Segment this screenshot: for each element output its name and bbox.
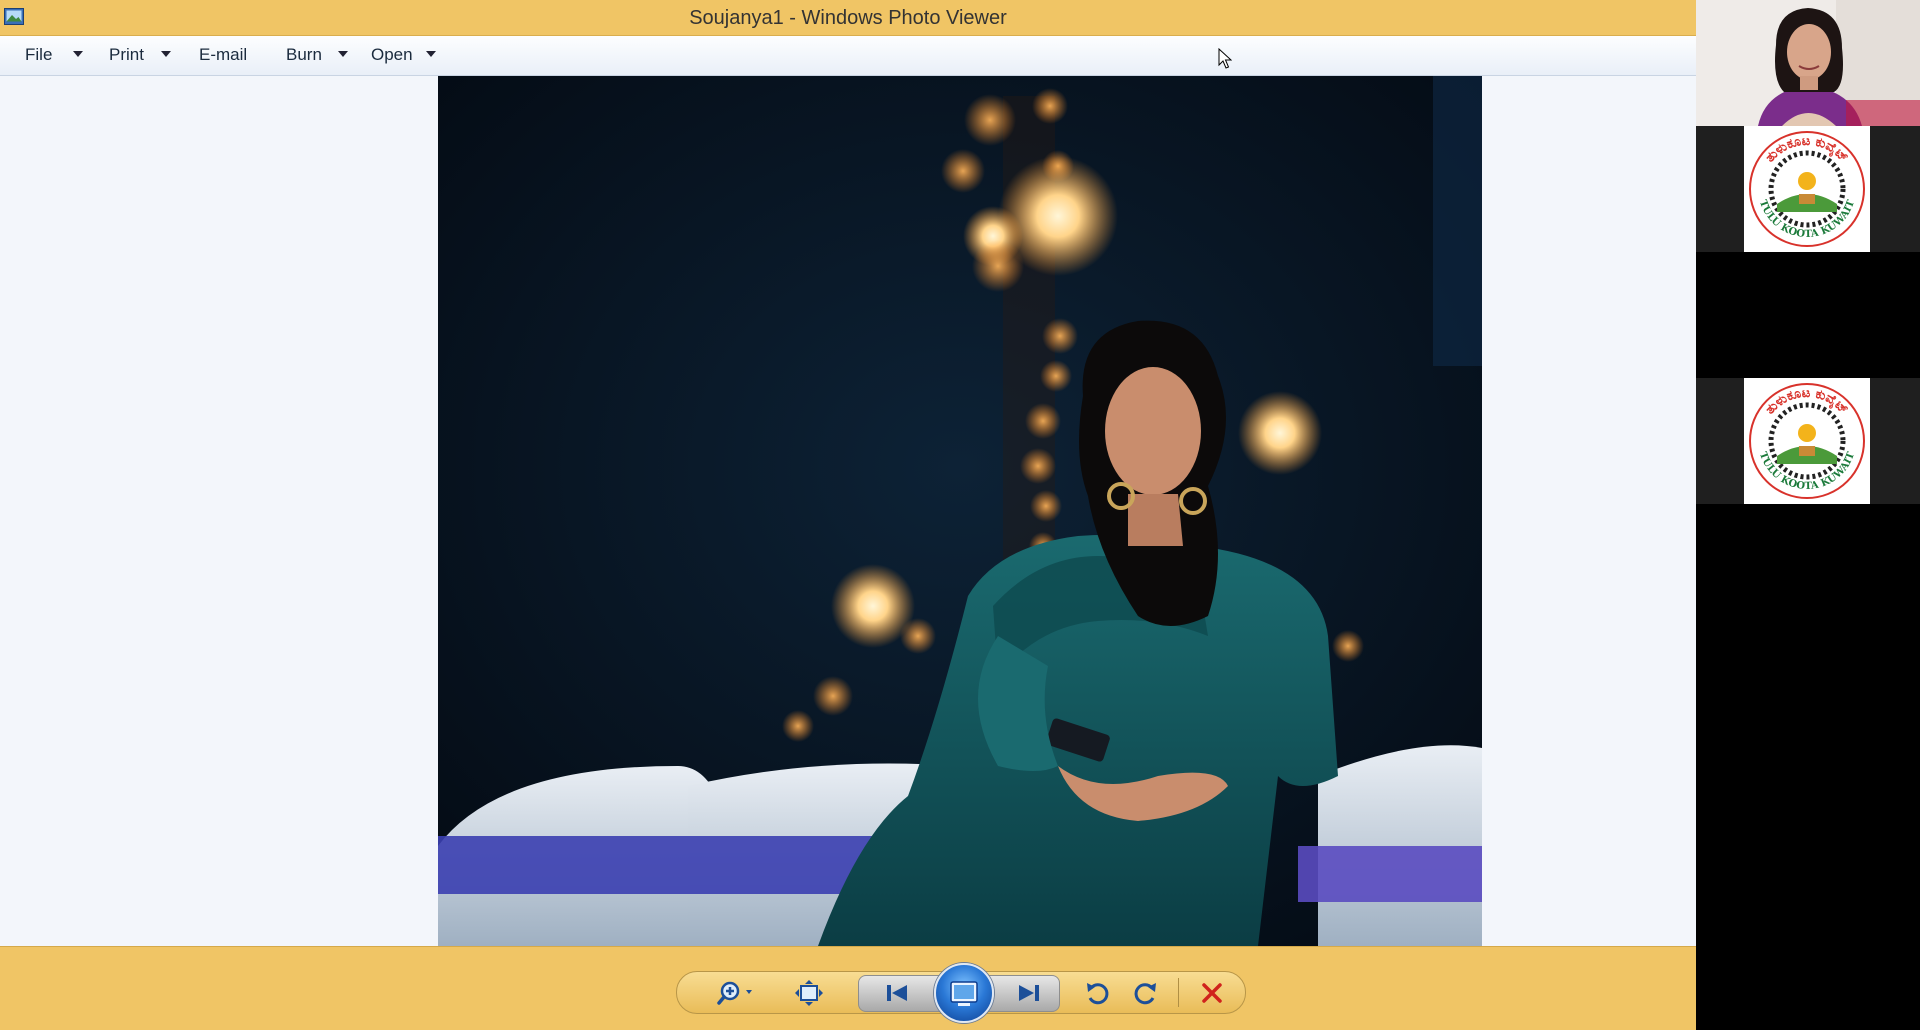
email-button-label: E-mail bbox=[199, 45, 248, 64]
title-bar[interactable]: Soujanya1 - Windows Photo Viewer bbox=[0, 0, 1696, 36]
open-menu-label: Open bbox=[371, 45, 413, 64]
presenter-video-tile[interactable] bbox=[1696, 0, 1920, 126]
actual-size-button[interactable] bbox=[792, 978, 826, 1008]
participant-tile-2-logo-area: ತುಳುಕೂಟ ಕುವೈಟ್ TULU KOOTA KUWAIT bbox=[1744, 378, 1870, 504]
next-button[interactable] bbox=[1012, 978, 1046, 1008]
delete-button[interactable] bbox=[1195, 978, 1229, 1008]
slideshow-icon bbox=[950, 981, 978, 1006]
photo-illustration bbox=[438, 76, 1482, 946]
print-menu[interactable]: Print bbox=[109, 36, 175, 75]
actual-size-icon bbox=[795, 980, 823, 1006]
burn-dropdown-arrow-icon bbox=[338, 51, 348, 57]
participant-tile-1-logo-area: ತುಳುಕೂಟ ಕುವೈಟ್ TULU KOOTA KUWAIT bbox=[1744, 126, 1870, 252]
open-menu[interactable]: Open bbox=[371, 36, 439, 75]
controls-pill bbox=[676, 963, 1246, 1023]
playback-control-bar bbox=[0, 946, 1696, 1030]
previous-button[interactable] bbox=[880, 978, 914, 1008]
tulu-koota-kuwait-logo: ತುಳುಕೂಟ ಕುವೈಟ್ TULU KOOTA KUWAIT bbox=[1749, 131, 1865, 247]
email-button[interactable]: E-mail bbox=[199, 36, 259, 75]
file-dropdown-arrow-icon bbox=[73, 51, 83, 57]
file-menu[interactable]: File bbox=[25, 36, 85, 75]
print-menu-label: Print bbox=[109, 45, 144, 64]
command-toolbar: File Print E-mail Burn Open bbox=[0, 36, 1696, 76]
rotate-clockwise-icon bbox=[1134, 983, 1156, 1005]
rotate-clockwise-button[interactable] bbox=[1128, 978, 1162, 1008]
file-menu-label: File bbox=[25, 45, 53, 64]
rotate-counterclockwise-button[interactable] bbox=[1081, 978, 1115, 1008]
controls-divider bbox=[1178, 978, 1179, 1007]
participant-tile-1[interactable]: ತುಳುಕೂಟ ಕುವೈಟ್ TULU KOOTA KUWAIT bbox=[1696, 126, 1920, 252]
presenter-video-frame bbox=[1696, 0, 1920, 126]
red-x-delete-icon bbox=[1202, 983, 1222, 1003]
participant-panel: ತುಳುಕೂಟ ಕುವೈಟ್ TULU KOOTA KUWAIT ತುಳುಕೂಟ… bbox=[1696, 0, 1920, 1030]
participant-tile-2[interactable]: ತುಳುಕೂಟ ಕುವೈಟ್ TULU KOOTA KUWAIT bbox=[1696, 378, 1920, 504]
burn-menu[interactable]: Burn bbox=[286, 36, 350, 75]
zoom-button[interactable] bbox=[715, 978, 761, 1008]
burn-menu-label: Burn bbox=[286, 45, 322, 64]
mouse-cursor-icon bbox=[1218, 48, 1232, 69]
rotate-counterclockwise-icon bbox=[1087, 983, 1109, 1005]
print-dropdown-arrow-icon bbox=[161, 51, 171, 57]
tulu-koota-kuwait-logo-2: ತುಳುಕೂಟ ಕುವೈಟ್ TULU KOOTA KUWAIT bbox=[1749, 383, 1865, 499]
screen: Soujanya1 - Windows Photo Viewer File Pr… bbox=[0, 0, 1920, 1030]
slideshow-button[interactable] bbox=[934, 963, 994, 1023]
photo-viewer-window: Soujanya1 - Windows Photo Viewer File Pr… bbox=[0, 0, 1696, 1030]
displayed-photo[interactable] bbox=[438, 76, 1482, 946]
skip-next-icon bbox=[1019, 985, 1039, 1001]
skip-previous-icon bbox=[887, 985, 907, 1001]
open-dropdown-arrow-icon bbox=[426, 51, 436, 57]
magnifier-plus-icon bbox=[717, 981, 752, 1005]
window-title: Soujanya1 - Windows Photo Viewer bbox=[689, 7, 1007, 29]
